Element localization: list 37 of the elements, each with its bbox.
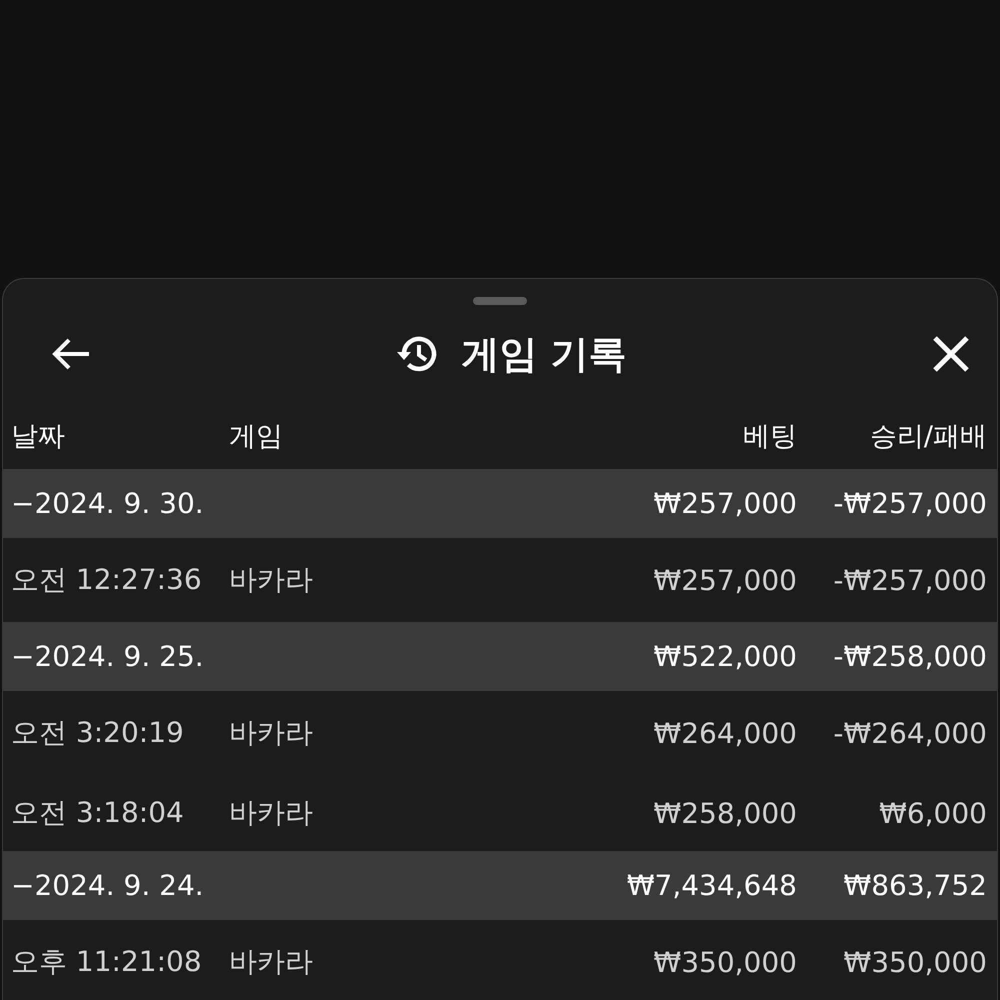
result-cell-text: ₩6,000: [878, 796, 987, 830]
group-date: −2024. 9. 25.: [11, 640, 205, 673]
time-cell-text: 오전 3:18:04: [11, 795, 185, 831]
date-group-row[interactable]: −2024. 9. 25. ₩522,000 -₩258,000: [3, 622, 997, 691]
group-result: -₩257,000: [832, 487, 987, 520]
close-icon: [932, 335, 970, 373]
date-group-row[interactable]: −2024. 9. 30. ₩257,000 -₩257,000: [3, 469, 997, 538]
time-cell-text: 오전 12:27:36: [11, 562, 203, 598]
group-bet: ₩522,000: [652, 640, 797, 673]
bet-cell-text: ₩257,000: [652, 564, 797, 596]
game-cell-text: 바카라: [229, 795, 314, 831]
sheet-title: 게임 기록: [461, 330, 627, 378]
game-cell-text: 바카라: [229, 562, 314, 598]
group-bet: ₩7,434,648: [626, 869, 797, 902]
column-header: 베팅: [742, 420, 797, 454]
bet-cell-text: ₩264,000: [652, 716, 797, 750]
result-cell-text: ₩350,000: [842, 946, 987, 978]
time-cell-text: 오후 11:21:08: [11, 944, 203, 980]
group-result: ₩863,752: [842, 869, 987, 902]
group-result: -₩258,000: [832, 640, 987, 673]
column-header: 승리/패배: [868, 420, 987, 454]
drag-handle[interactable]: [473, 297, 527, 305]
result-cell-text: -₩257,000: [832, 564, 987, 596]
time-cell-text: 오전 3:20:19: [11, 715, 185, 751]
column-header: 게임: [229, 420, 284, 454]
game-cell-text: 바카라: [229, 944, 314, 980]
group-date: −2024. 9. 24.: [11, 869, 205, 902]
history-icon: [395, 334, 440, 374]
group-bet: ₩257,000: [652, 487, 797, 520]
column-header: 날짜: [11, 420, 66, 454]
bet-cell-text: ₩258,000: [652, 796, 797, 830]
result-cell-text: -₩264,000: [832, 716, 987, 750]
back-arrow-icon: [51, 337, 91, 371]
game-cell-text: 바카라: [229, 715, 314, 751]
bet-cell-text: ₩350,000: [652, 946, 797, 978]
group-date: −2024. 9. 30.: [11, 487, 205, 520]
date-group-row[interactable]: −2024. 9. 24. ₩7,434,648 ₩863,752: [3, 851, 997, 920]
